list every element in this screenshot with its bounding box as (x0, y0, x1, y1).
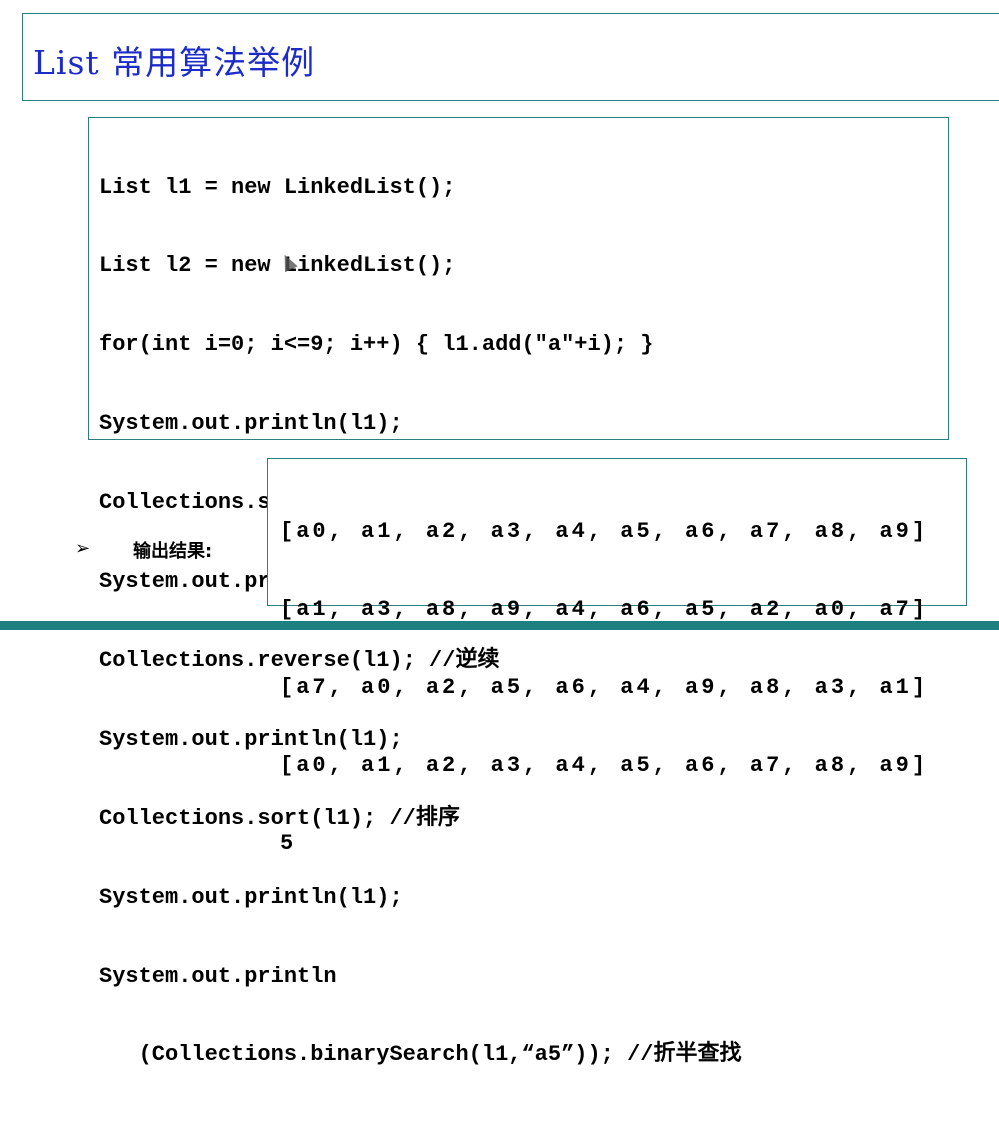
output-label: 输出结果: (133, 541, 213, 562)
code-line: List l1 = new LinkedList(); (99, 174, 456, 200)
code-line: (Collections.binarySearch(l1,“a5”)); //折… (99, 1042, 742, 1068)
code-line: List l2 = new LinkedList(); (99, 253, 456, 279)
output-line: [a0, a1, a2, a3, a4, a5, a6, a7, a8, a9] (280, 753, 929, 778)
bullet-arrow-icon: ➢ (75, 538, 91, 558)
output-line: 5 (280, 831, 297, 856)
code-line: System.out.println(l1); (99, 411, 403, 437)
slide-title: List 常用算法举例 (33, 43, 316, 82)
output-line: [a0, a1, a2, a3, a4, a5, a6, a7, a8, a9] (280, 519, 929, 544)
code-line: System.out.println (99, 963, 337, 989)
output-box: [a0, a1, a2, a3, a4, a5, a6, a7, a8, a9]… (267, 458, 967, 856)
code-line: for(int i=0; i<=9; i++) { l1.add("a"+i);… (99, 332, 654, 358)
code-box: List l1 = new LinkedList(); List l2 = ne… (88, 117, 949, 1067)
output-line: [a1, a3, a8, a9, a4, a6, a5, a2, a0, a7] (280, 597, 929, 622)
bottom-bar (0, 621, 999, 630)
output-line: [a7, a0, a2, a5, a6, a4, a9, a8, a3, a1] (280, 675, 929, 700)
title-box: List 常用算法举例 (22, 13, 999, 101)
output-lines: [a0, a1, a2, a3, a4, a5, a6, a7, a8, a9]… (280, 467, 928, 909)
